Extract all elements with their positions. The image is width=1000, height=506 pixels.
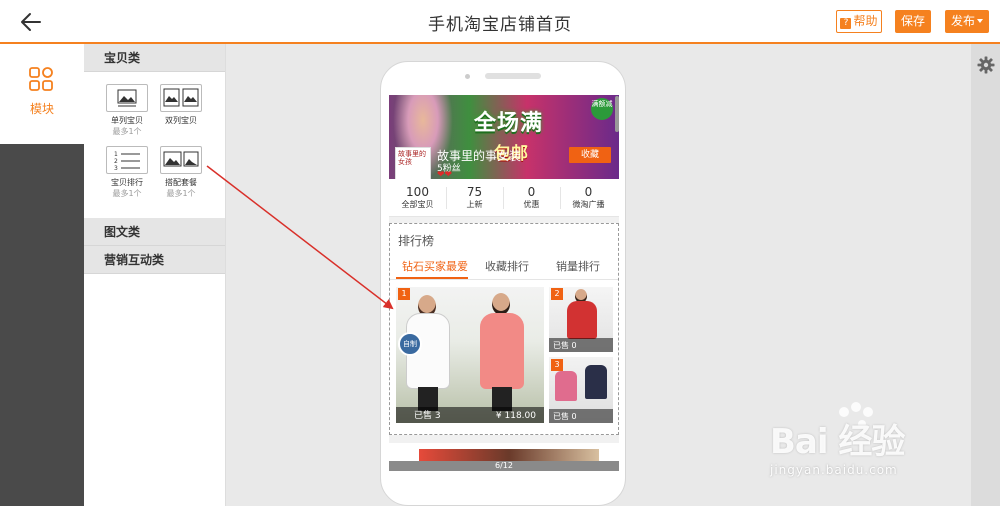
phone-preview: 全场满 包邮 满额减 故事里的女孩 故事里的事女装 5粉丝 ❤❤ 收藏 100 … — [380, 61, 626, 506]
phone-scrollbar[interactable] — [615, 96, 619, 132]
rail-item-modules[interactable]: 模块 — [0, 44, 84, 144]
module-limit: 最多1个 — [166, 189, 196, 198]
rank-badge-1: 1 — [398, 288, 410, 300]
section-header-marketing[interactable]: 营销互动类 — [84, 246, 225, 274]
help-button[interactable]: ? 帮助 — [836, 10, 882, 33]
page-indicator: 6/12 — [389, 461, 619, 471]
module-ranking[interactable]: 123 宝贝排行 最多1个 — [104, 146, 150, 199]
svg-text:2: 2 — [114, 158, 118, 165]
module-limit: 最多1个 — [112, 127, 142, 136]
divider — [390, 279, 618, 280]
rank-item-1-stamp: 自制 — [398, 332, 422, 356]
watermark-url: jingyan.baidu.com — [770, 463, 898, 477]
module-name: 单列宝贝 — [111, 116, 143, 125]
svg-text:1: 1 — [114, 151, 118, 158]
shop-banner[interactable]: 全场满 包邮 满额减 故事里的女孩 故事里的事女装 5粉丝 ❤❤ 收藏 — [389, 95, 619, 179]
module-single-column[interactable]: 单列宝贝 最多1个 — [104, 84, 150, 137]
right-toolbar — [971, 44, 1000, 506]
tab-diamond-favorites[interactable]: 钻石买家最爱 — [402, 258, 468, 274]
double-image-icon — [160, 84, 202, 112]
question-icon: ? — [840, 18, 852, 29]
top-bar: 手机淘宝店铺首页 ? 帮助 保存 发布 — [0, 0, 1000, 44]
rank-item-1-image[interactable]: 已售 3 ¥ 118.00 — [396, 287, 544, 423]
ranking-title: 排行榜 — [398, 234, 435, 248]
ranking-list-icon: 123 — [106, 146, 148, 174]
shop-stats: 100 全部宝贝 75 上新 0 优惠 0 微淘广播 — [389, 179, 619, 217]
module-name: 宝贝排行 — [111, 178, 143, 187]
tab-sales-rank[interactable]: 销量排行 — [556, 258, 600, 274]
publish-button[interactable]: 发布 — [945, 10, 989, 33]
section-header-graphics[interactable]: 图文类 — [84, 218, 225, 246]
stat-discount[interactable]: 0 优惠 — [503, 185, 560, 210]
bundle-images-icon — [160, 146, 202, 174]
phone-screen: 全场满 包邮 满额减 故事里的女孩 故事里的事女装 5粉丝 ❤❤ 收藏 100 … — [389, 95, 619, 471]
single-image-icon — [106, 84, 148, 112]
module-name: 搭配套餐 — [165, 178, 197, 187]
banner-badge: 满额减 — [591, 98, 613, 120]
rank-item-2-sold: 已售 0 — [553, 341, 577, 350]
phone-speaker — [485, 73, 541, 79]
tab-favorites-rank[interactable]: 收藏排行 — [485, 258, 529, 274]
stat-new[interactable]: 75 上新 — [446, 185, 503, 210]
module-bundle[interactable]: 搭配套餐 最多1个 — [158, 146, 204, 199]
ranking-module[interactable]: 排行榜 钻石买家最爱 收藏排行 销量排行 已售 3 ¥ 118.00 1 自制 … — [389, 223, 619, 435]
svg-text:3: 3 — [114, 165, 118, 172]
module-limit: 最多1个 — [112, 189, 142, 198]
banner-main-text: 全场满 — [474, 111, 544, 136]
caret-down-icon — [977, 19, 983, 23]
save-button[interactable]: 保存 — [895, 10, 931, 33]
rank-badge-3: 3 — [551, 359, 563, 371]
shop-rating-hearts: ❤❤ — [437, 170, 453, 180]
rank-item-1-sold: 已售 3 — [414, 411, 441, 421]
grid-icon — [29, 67, 53, 91]
watermark-brand: Bai 经验 — [770, 422, 905, 462]
follow-button[interactable]: 收藏 — [569, 147, 611, 163]
rank-item-3-sold: 已售 0 — [553, 412, 577, 421]
rank-badge-2: 2 — [551, 288, 563, 300]
shop-logo: 故事里的女孩 — [395, 147, 431, 179]
gear-icon[interactable] — [977, 56, 995, 74]
module-grid: 单列宝贝 最多1个 双列宝贝 123 宝贝排行 最多1个 搭配套餐 最多1个 — [84, 72, 225, 218]
stat-broadcast[interactable]: 0 微淘广播 — [560, 185, 617, 210]
left-rail: 模块 — [0, 44, 84, 506]
rank-item-1-price: ¥ 118.00 — [495, 411, 536, 421]
phone-camera — [465, 74, 470, 79]
stat-all-items[interactable]: 100 全部宝贝 — [389, 185, 446, 210]
module-double-column[interactable]: 双列宝贝 — [158, 84, 204, 126]
module-panel: 宝贝类 单列宝贝 最多1个 双列宝贝 123 宝贝排行 最多1个 搭配套餐 最多… — [84, 44, 226, 506]
module-name: 双列宝贝 — [165, 116, 197, 125]
section-header-items[interactable]: 宝贝类 — [84, 44, 225, 72]
rail-item-label: 模块 — [29, 102, 54, 116]
